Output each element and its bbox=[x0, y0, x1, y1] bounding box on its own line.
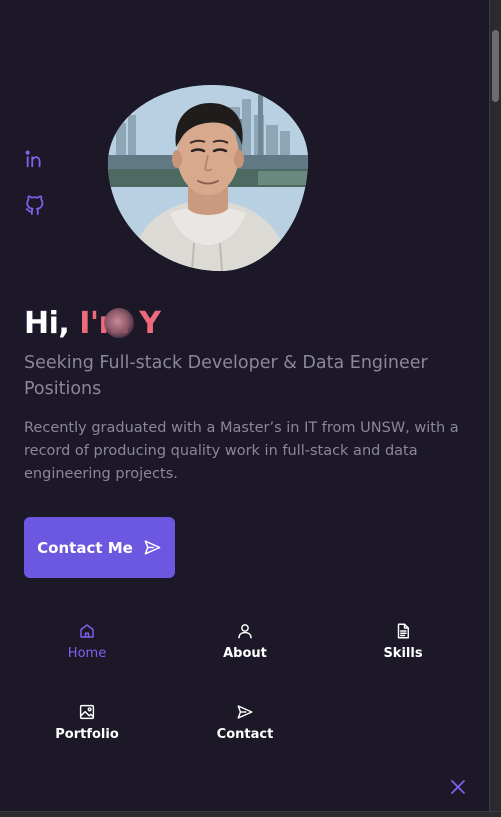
cursor-follower bbox=[104, 308, 134, 338]
image-icon bbox=[79, 704, 95, 720]
hero-description: Recently graduated with a Master’s in IT… bbox=[24, 420, 459, 482]
nav-item-home[interactable]: Home bbox=[27, 622, 147, 661]
nav-item-about[interactable]: About bbox=[185, 622, 305, 661]
send-icon bbox=[144, 540, 161, 555]
window-bottom-edge bbox=[0, 811, 501, 817]
send-icon bbox=[237, 705, 253, 719]
scrollbar-thumb[interactable] bbox=[492, 30, 499, 102]
nav-label-portfolio: Portfolio bbox=[55, 727, 119, 742]
github-link[interactable] bbox=[24, 194, 46, 216]
close-menu-button[interactable] bbox=[450, 779, 466, 795]
home-icon bbox=[80, 624, 94, 638]
nav-label-about: About bbox=[223, 646, 267, 661]
profile-photo bbox=[108, 85, 308, 271]
greeting-prefix: Hi, bbox=[24, 306, 70, 341]
contact-me-label: Contact Me bbox=[37, 538, 133, 557]
linkedin-icon bbox=[25, 150, 41, 168]
linkedin-link[interactable] bbox=[24, 148, 46, 170]
page: Hi, I'm Y Seeking Full-stack Developer &… bbox=[0, 0, 501, 817]
github-icon bbox=[25, 195, 44, 216]
nav-item-portfolio[interactable]: Portfolio bbox=[27, 703, 147, 742]
document-icon bbox=[397, 623, 409, 639]
greeting-heading: Hi, I'm Y bbox=[24, 306, 161, 341]
user-icon bbox=[238, 624, 252, 639]
contact-me-button[interactable]: Contact Me bbox=[24, 517, 175, 578]
nav-item-skills[interactable]: Skills bbox=[343, 622, 463, 661]
nav-label-skills: Skills bbox=[383, 646, 423, 661]
close-icon bbox=[451, 780, 465, 794]
nav-item-contact[interactable]: Contact bbox=[185, 703, 305, 742]
scrollbar-track[interactable] bbox=[489, 0, 501, 817]
nav-label-home: Home bbox=[67, 646, 107, 661]
hero-subtitle: Seeking Full-stack Developer & Data Engi… bbox=[24, 353, 428, 399]
nav-label-contact: Contact bbox=[216, 727, 274, 742]
